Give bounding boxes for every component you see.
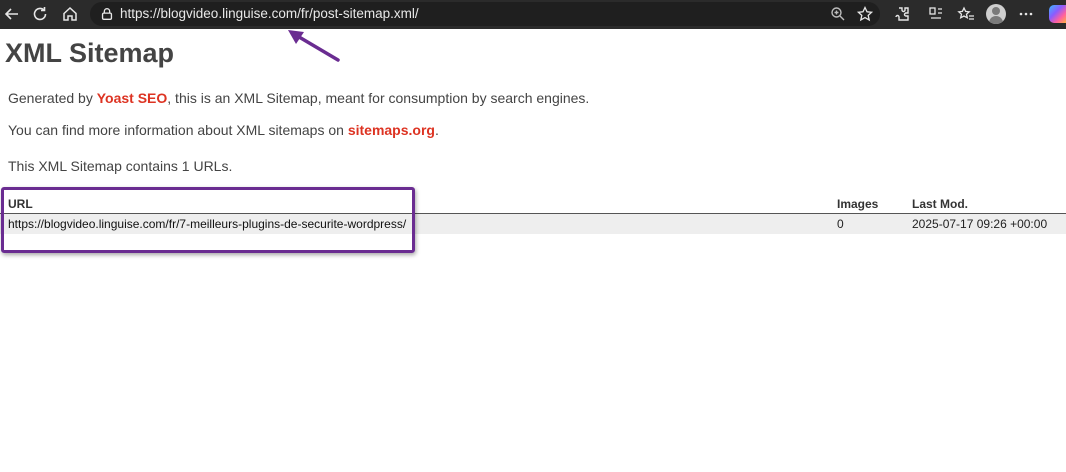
address-bar[interactable]: https://blogvideo.linguise.com/fr/post-s… — [90, 2, 880, 26]
row-last-mod: 2025-07-17 09:26 +00:00 — [912, 217, 1048, 231]
lock-icon[interactable] — [98, 5, 116, 23]
split-screen-icon[interactable] — [926, 4, 946, 24]
intro-text: Generated by Yoast SEO, this is an XML S… — [8, 90, 589, 106]
extensions-icon[interactable] — [892, 4, 912, 24]
more-icon[interactable] — [1016, 4, 1036, 24]
profile-avatar[interactable] — [986, 4, 1006, 24]
annotation-arrow-icon — [288, 30, 340, 62]
yoast-seo-link[interactable]: Yoast SEO — [97, 90, 168, 106]
star-icon[interactable] — [855, 4, 875, 24]
home-icon[interactable] — [60, 4, 80, 24]
url-text[interactable]: https://blogvideo.linguise.com/fr/post-s… — [120, 6, 419, 22]
copilot-icon[interactable] — [1049, 5, 1066, 23]
intro-suffix: , this is an XML Sitemap, meant for cons… — [167, 90, 590, 106]
info-suffix: . — [434, 122, 439, 138]
info-prefix: You can find more information about XML … — [8, 122, 348, 138]
browser-toolbar: https://blogvideo.linguise.com/fr/post-s… — [0, 0, 1066, 29]
intro-prefix: Generated by — [8, 90, 97, 106]
favorites-icon[interactable] — [956, 4, 976, 24]
back-icon[interactable] — [2, 4, 22, 24]
header-last-mod: Last Mod. — [912, 197, 968, 211]
page-title: XML Sitemap — [5, 38, 175, 68]
info-text: You can find more information about XML … — [8, 122, 439, 138]
header-images: Images — [837, 197, 879, 211]
row-images: 0 — [837, 217, 844, 231]
sitemaps-org-link[interactable]: sitemaps.org — [348, 122, 435, 138]
reload-icon[interactable] — [30, 4, 50, 24]
annotation-highlight-box — [1, 187, 415, 253]
zoom-icon[interactable] — [828, 4, 848, 24]
url-count-text: This XML Sitemap contains 1 URLs. — [8, 158, 233, 174]
